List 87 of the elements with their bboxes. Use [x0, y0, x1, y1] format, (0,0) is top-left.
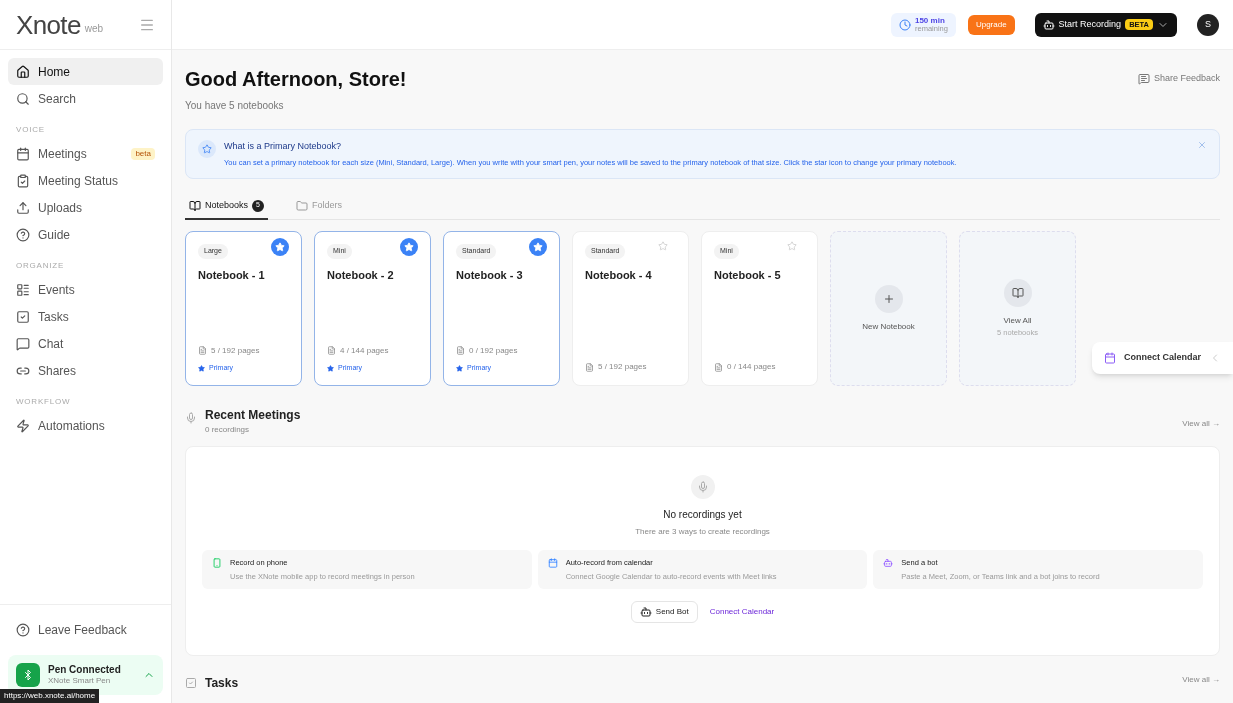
connect-calendar-link[interactable]: Connect Calendar [709, 605, 775, 618]
view-all-title: View All [1003, 315, 1032, 328]
empty-text: There are 3 ways to create recordings [635, 526, 770, 539]
notebook-title: Notebook - 1 [198, 267, 266, 283]
nav-icon [16, 418, 30, 433]
notebook-title: Notebook - 4 [585, 267, 653, 283]
nav-icon [16, 146, 30, 161]
star-icon[interactable] [787, 241, 797, 252]
section-subtitle: 0 recordings [205, 424, 251, 437]
nav-icon [16, 64, 30, 79]
leave-feedback-item[interactable]: Leave Feedback [8, 617, 163, 643]
pen-title: Pen Connected [48, 663, 122, 677]
brand-suffix: web [84, 21, 104, 36]
notebook-title: Notebook - 5 [714, 267, 782, 283]
nav-icon [16, 173, 30, 188]
nav-item[interactable]: Meetings beta [8, 140, 163, 167]
plus-icon [874, 284, 903, 313]
nav-icon [16, 282, 30, 297]
help-icon [16, 623, 30, 637]
checkbox-icon [185, 677, 197, 690]
section-heading: ORGANIZE [15, 260, 66, 272]
mic-icon [690, 475, 715, 500]
connect-calendar-tab[interactable]: Connect Calendar [1092, 342, 1233, 374]
robot-icon [639, 605, 652, 618]
section-title: Recent Meetings [205, 407, 301, 425]
greeting-subtitle: You have 5 notebooks [185, 99, 285, 113]
robot-icon [1042, 18, 1055, 31]
page-icon [714, 362, 723, 372]
method-icon [212, 558, 222, 569]
nav-item[interactable]: Home [8, 58, 163, 85]
nav-item[interactable]: Guide [8, 221, 163, 248]
nav-item[interactable]: Shares [8, 357, 163, 384]
page-icon [456, 346, 465, 356]
greeting-title: Good Afternoon, Store! [185, 67, 407, 92]
pen-subtitle: XNote Smart Pen [48, 676, 112, 687]
page-count: 5 / 192 pages [211, 344, 260, 357]
status-url: https://web.xnote.ai/home [0, 689, 100, 703]
section-heading: VOICE [15, 124, 46, 136]
nav-item[interactable]: Search [8, 85, 163, 112]
star-icon [456, 364, 463, 372]
notebook-title: Notebook - 3 [456, 267, 524, 283]
nav-icon [16, 200, 30, 215]
clock-icon [898, 18, 911, 31]
book-icon [1003, 279, 1032, 308]
page-icon [585, 362, 594, 372]
nav-item[interactable]: Events [8, 276, 163, 303]
user-avatar[interactable]: S [1197, 13, 1219, 36]
nav-item[interactable]: Chat [8, 330, 163, 357]
page-icon [327, 346, 336, 356]
nav-item[interactable]: Tasks [8, 303, 163, 330]
beta-badge: beta [131, 147, 155, 160]
minutes-value: 150 min [914, 16, 946, 25]
method-icon [547, 558, 558, 569]
star-icon[interactable] [658, 241, 668, 252]
page-count: 5 / 192 pages [598, 361, 647, 374]
nav-icon [16, 336, 30, 351]
section-heading: WORKFLOW [15, 396, 72, 408]
nav-icon [16, 227, 30, 242]
nav-icon [16, 309, 30, 324]
message-icon [1137, 72, 1150, 85]
nav-item[interactable]: Uploads [8, 194, 163, 221]
nav-icon [16, 91, 30, 106]
send-bot-button[interactable]: Send Bot [630, 600, 698, 623]
new-notebook-card[interactable]: New Notebook [830, 231, 947, 387]
book-icon [189, 199, 201, 212]
star-icon [327, 364, 334, 372]
share-feedback-button[interactable]: Share Feedback [1137, 72, 1220, 86]
page-count: 0 / 192 pages [469, 344, 518, 357]
star-icon [198, 364, 205, 372]
page-count: 0 / 144 pages [727, 361, 776, 374]
close-icon[interactable] [1197, 140, 1207, 150]
method-icon [883, 558, 894, 569]
mic-icon [185, 412, 197, 425]
calendar-icon [1104, 352, 1116, 364]
bluetooth-icon [16, 663, 40, 687]
page-icon [198, 346, 207, 356]
page-count: 4 / 144 pages [340, 344, 389, 357]
view-all-link[interactable]: View all → [1182, 674, 1220, 693]
brand-logo[interactable]: Xnote [16, 11, 81, 38]
folder-icon [296, 199, 309, 212]
nav-item[interactable]: Meeting Status [8, 167, 163, 194]
notebook-title: Notebook - 2 [327, 267, 395, 283]
nav-item[interactable]: Automations [8, 412, 163, 439]
empty-title: No recordings yet [663, 508, 742, 523]
banner-title: What is a Primary Notebook? [224, 140, 343, 153]
view-all-link[interactable]: View all → [1182, 418, 1220, 431]
section-title: Tasks [205, 675, 239, 693]
